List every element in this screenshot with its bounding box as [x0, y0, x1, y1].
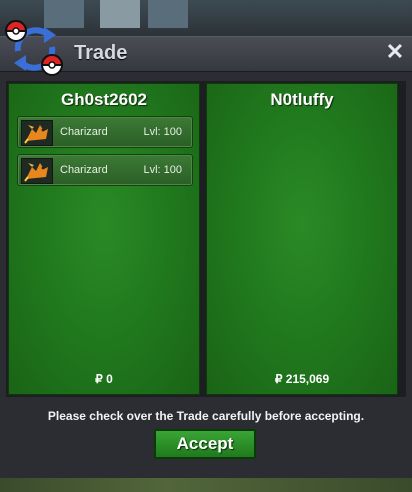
trade-pokeball-logo-icon — [4, 20, 64, 76]
background-sprite — [148, 0, 188, 28]
item-level: Lvl: 100 — [143, 164, 182, 176]
close-icon[interactable]: ✕ — [384, 39, 406, 65]
item-level: Lvl: 100 — [143, 126, 182, 138]
offered-money: ₽ 0 — [95, 372, 113, 386]
player-name: Gh0st2602 — [61, 90, 147, 109]
offered-money: ₽ 215,069 — [274, 372, 330, 386]
item-name: Charizard — [60, 164, 108, 176]
trade-item[interactable]: Charizard Lvl: 100 — [17, 116, 193, 148]
item-name: Charizard — [60, 126, 108, 138]
background-sprite — [100, 0, 140, 28]
game-background-bottom — [0, 478, 412, 492]
trade-window: Trade ✕ Gh0st2602 Charizard Lvl: 100 Cha… — [0, 20, 412, 479]
trade-item[interactable]: Charizard Lvl: 100 — [17, 154, 193, 186]
trade-warning-message: Please check over the Trade carefully be… — [47, 409, 365, 423]
partner-offer-panel: N0tluffy ₽ 215,069 — [206, 83, 398, 395]
player-name: N0tluffy — [270, 90, 334, 109]
charizard-sprite-icon — [21, 158, 53, 184]
window-title: Trade — [74, 42, 128, 64]
charizard-sprite-icon — [21, 120, 53, 146]
accept-button[interactable]: Accept — [154, 429, 256, 459]
my-offer-panel: Gh0st2602 Charizard Lvl: 100 Charizard L… — [8, 83, 200, 395]
trade-panels: Gh0st2602 Charizard Lvl: 100 Charizard L… — [6, 81, 406, 397]
